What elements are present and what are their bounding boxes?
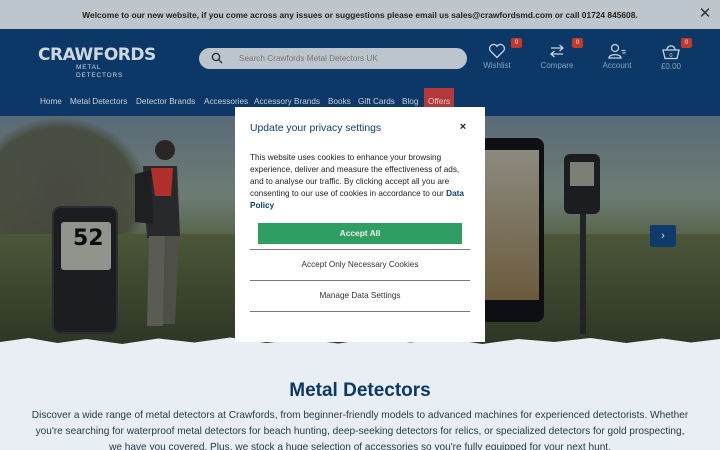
divider (250, 311, 470, 312)
dialog-body-text: This website uses cookies to enhance you… (250, 153, 460, 199)
manage-data-settings-button[interactable]: Manage Data Settings (250, 291, 470, 300)
accept-necessary-button[interactable]: Accept Only Necessary Cookies (250, 260, 470, 269)
divider (250, 280, 470, 281)
accept-all-button[interactable]: Accept All (258, 223, 462, 244)
close-icon[interactable]: × (457, 121, 469, 133)
privacy-settings-dialog: Update your privacy settings × This webs… (235, 107, 485, 342)
divider (250, 249, 470, 250)
dialog-body: This website uses cookies to enhance you… (250, 152, 472, 212)
dialog-title: Update your privacy settings (250, 123, 382, 134)
